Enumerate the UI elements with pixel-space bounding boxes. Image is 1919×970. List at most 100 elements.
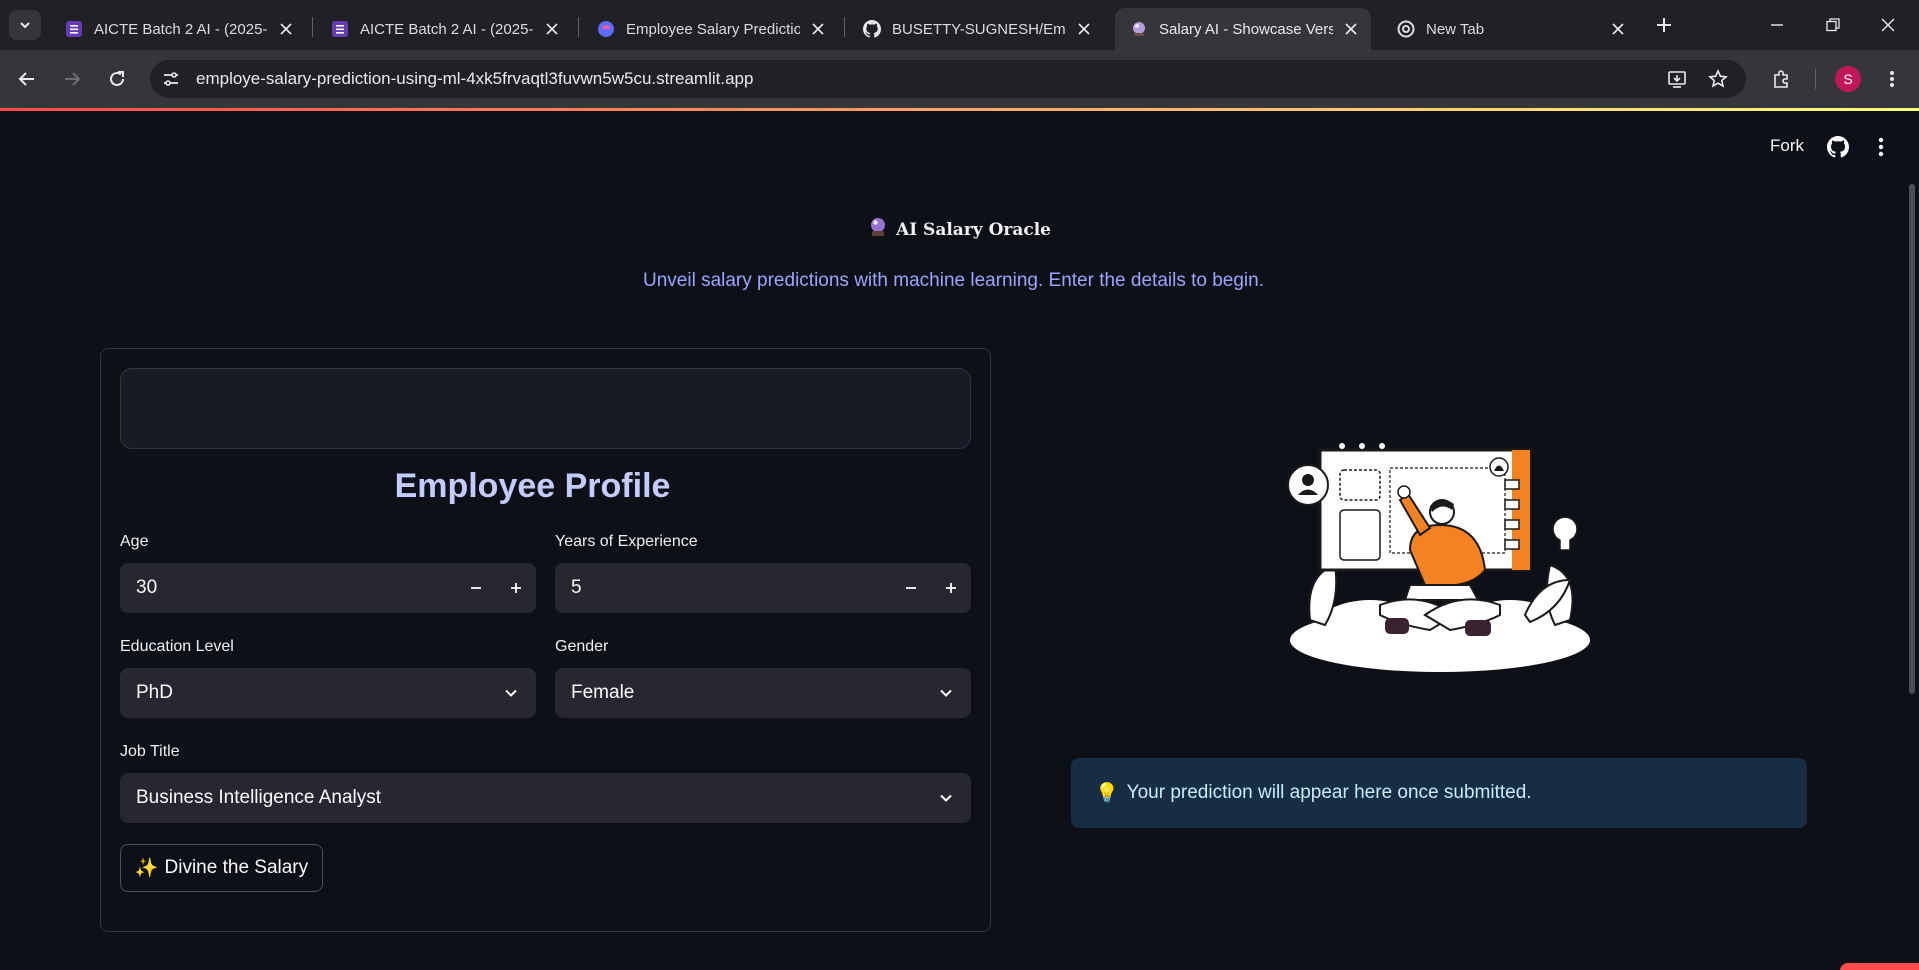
- tab-separator: [844, 17, 845, 37]
- form-heading: Employee Profile: [394, 467, 671, 505]
- forms-icon: [330, 19, 350, 39]
- tab-aicte-1[interactable]: AICTE Batch 2 AI - (2025-2: [50, 8, 306, 50]
- experience-label: Years of Experience: [555, 533, 698, 550]
- page-scrollbar[interactable]: [1909, 184, 1915, 694]
- address-bar[interactable]: employe-salary-prediction-using-ml-4xk5f…: [150, 60, 1746, 98]
- employee-form: Employee Profile Age 30 Years of Experie…: [100, 348, 991, 932]
- crystal-ball-icon: [1129, 19, 1149, 39]
- profile-avatar[interactable]: S: [1835, 66, 1861, 92]
- age-decrement-button[interactable]: [456, 563, 496, 613]
- hero-illustration: [1280, 440, 1600, 680]
- divine-salary-button[interactable]: ✨ Divine the Salary: [120, 844, 323, 892]
- restore-button[interactable]: [1818, 10, 1848, 40]
- reload-icon: [110, 71, 124, 86]
- close-tab-icon[interactable]: [542, 19, 562, 39]
- lightbulb-icon: 💡: [1095, 783, 1119, 804]
- forms-icon: [64, 19, 84, 39]
- forward-button[interactable]: [56, 63, 88, 95]
- plus-icon: [946, 583, 956, 593]
- tab-separator: [578, 17, 579, 37]
- close-tab-icon[interactable]: [1074, 19, 1094, 39]
- close-icon: [1881, 18, 1895, 32]
- close-tab-icon[interactable]: [1341, 19, 1361, 39]
- page-subtitle: Unveil salary predictions with machine l…: [643, 270, 1264, 291]
- tab-title: Employee Salary Prediction: [626, 20, 800, 38]
- streamlit-status-badge[interactable]: [1840, 963, 1919, 970]
- url-text: employe-salary-prediction-using-ml-4xk5f…: [196, 69, 754, 88]
- education-label: Education Level: [120, 638, 234, 655]
- chevron-down-icon[interactable]: [921, 668, 971, 718]
- extensions-icon[interactable]: [1766, 64, 1796, 94]
- toolbar-divider: [1815, 69, 1816, 89]
- tab-title: AICTE Batch 2 AI - (2025-2: [360, 20, 534, 38]
- tab-salary-ai-active[interactable]: Salary AI - Showcase Versio: [1115, 8, 1371, 50]
- experience-value[interactable]: 5: [571, 577, 891, 599]
- tab-title: New Tab: [1426, 20, 1485, 38]
- page-title-text: AI Salary Oracle: [896, 219, 1051, 240]
- app-menu-icon[interactable]: [1868, 134, 1894, 160]
- close-tab-icon[interactable]: [276, 19, 296, 39]
- prediction-info-box: 💡 Your prediction will appear here once …: [1071, 758, 1807, 828]
- age-input[interactable]: 30: [120, 563, 536, 613]
- minus-icon: [906, 587, 916, 589]
- job-title-select[interactable]: Business Intelligence Analyst: [120, 773, 971, 823]
- chrome-icon: [1396, 19, 1416, 39]
- github-icon: [862, 19, 882, 39]
- gender-label: Gender: [555, 638, 609, 655]
- close-window-button[interactable]: [1873, 10, 1903, 40]
- tab-separator: [312, 17, 313, 37]
- job-title-label: Job Title: [120, 743, 180, 760]
- site-info-icon[interactable]: [156, 64, 186, 94]
- close-tab-icon[interactable]: [1608, 19, 1628, 39]
- chevron-down-icon[interactable]: [921, 773, 971, 823]
- github-icon[interactable]: [1825, 134, 1851, 160]
- tab-title: BUSETTY-SUGNESH/Emplo: [892, 20, 1066, 38]
- arrow-left-icon: [18, 72, 34, 86]
- experience-increment-button[interactable]: [931, 563, 971, 613]
- chevron-down-icon[interactable]: [486, 668, 536, 718]
- chevron-down-icon: [20, 22, 30, 29]
- crystal-ball-icon: [868, 216, 888, 243]
- tab-title: AICTE Batch 2 AI - (2025-2: [94, 20, 268, 38]
- prediction-placeholder-text: Your prediction will appear here once su…: [1126, 782, 1532, 803]
- submit-button-label: Divine the Salary: [164, 857, 309, 878]
- minus-icon: [471, 587, 481, 589]
- tab-title: Salary AI - Showcase Versio: [1159, 20, 1333, 38]
- job-title-value: Business Intelligence Analyst: [136, 787, 382, 808]
- browser-menu-icon[interactable]: [1877, 64, 1907, 94]
- tab-aicte-2[interactable]: AICTE Batch 2 AI - (2025-2: [316, 8, 572, 50]
- tab-new-tab[interactable]: New Tab: [1382, 8, 1638, 50]
- plus-icon: [1657, 18, 1671, 32]
- empty-container: [120, 368, 971, 449]
- age-label: Age: [120, 533, 149, 550]
- education-value: PhD: [136, 682, 173, 703]
- browser-toolbar: employe-salary-prediction-using-ml-4xk5f…: [0, 50, 1919, 108]
- back-button[interactable]: [11, 63, 43, 95]
- install-app-icon[interactable]: [1662, 64, 1692, 94]
- tab-search-button[interactable]: [9, 10, 41, 40]
- plus-icon: [511, 583, 521, 593]
- close-tab-icon[interactable]: [808, 19, 828, 39]
- fork-link[interactable]: Fork: [1770, 136, 1804, 156]
- age-value[interactable]: 30: [136, 577, 456, 599]
- browser-tab-strip: AICTE Batch 2 AI - (2025-2 AICTE Batch 2…: [0, 0, 1919, 50]
- education-select[interactable]: PhD: [120, 668, 536, 718]
- minimize-icon: [1771, 24, 1783, 26]
- experience-decrement-button[interactable]: [891, 563, 931, 613]
- reload-button[interactable]: [101, 63, 133, 95]
- new-tab-button[interactable]: [1651, 12, 1677, 38]
- age-increment-button[interactable]: [496, 563, 536, 613]
- arrow-right-icon: [65, 72, 81, 86]
- app-icon: [596, 19, 616, 39]
- streamlit-decoration-bar: [0, 108, 1919, 111]
- gender-value: Female: [571, 682, 635, 703]
- gender-select[interactable]: Female: [555, 668, 971, 718]
- sparkles-icon: ✨: [134, 858, 159, 879]
- bookmark-star-icon[interactable]: [1703, 64, 1733, 94]
- tab-employee-salary-prediction[interactable]: Employee Salary Prediction: [582, 8, 838, 50]
- page-title: AI Salary Oracle: [0, 216, 1919, 243]
- experience-input[interactable]: 5: [555, 563, 971, 613]
- tab-github-repo[interactable]: BUSETTY-SUGNESH/Emplo: [848, 8, 1104, 50]
- restore-icon: [1826, 18, 1840, 32]
- minimize-button[interactable]: [1762, 10, 1792, 40]
